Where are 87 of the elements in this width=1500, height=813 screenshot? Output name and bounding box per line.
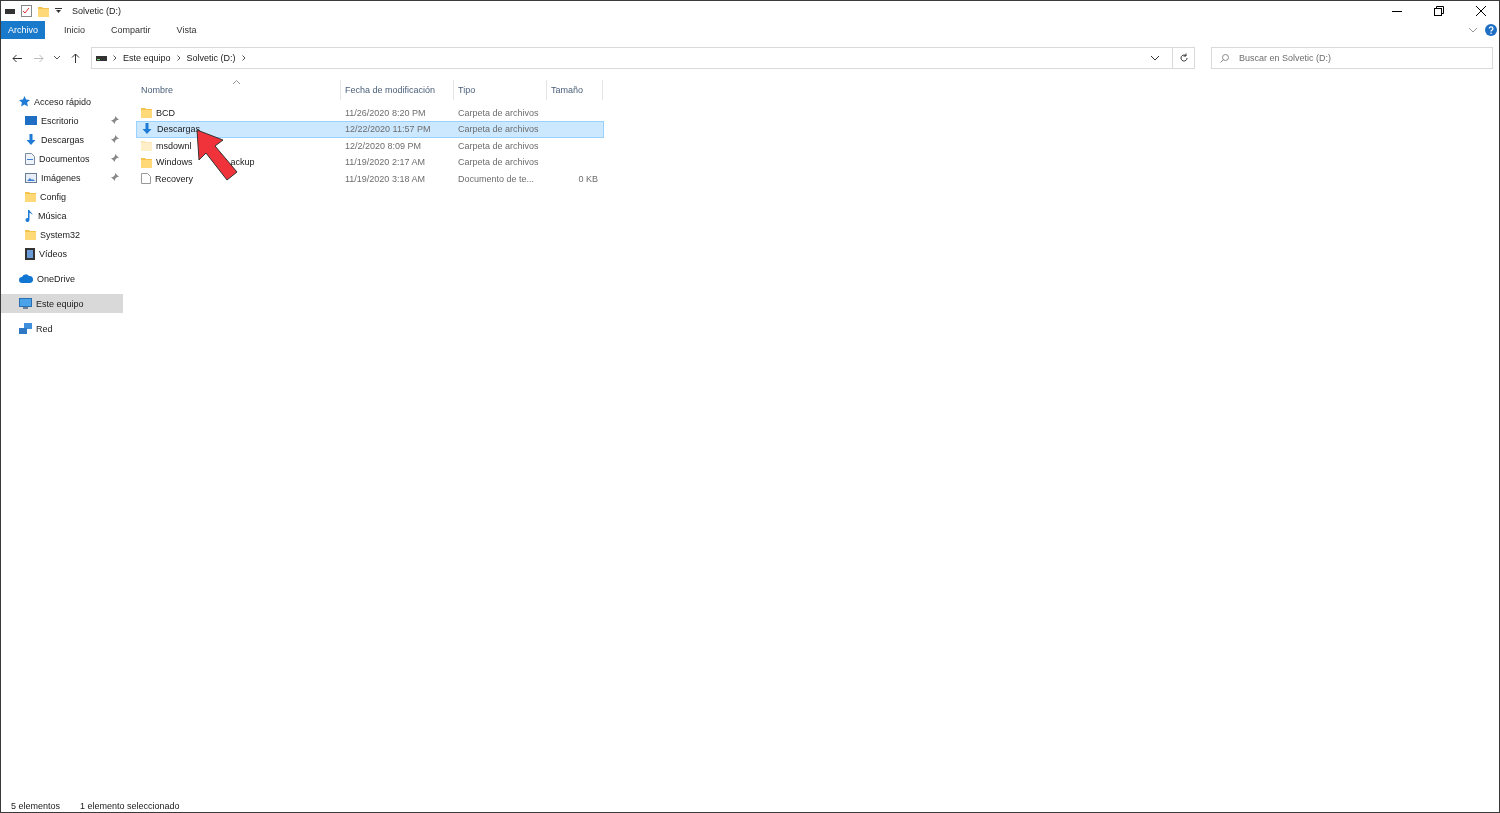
breadcrumb[interactable]: Este equipo [123, 53, 171, 63]
file-row[interactable]: msdownl 12/2/2020 8:09 PM Carpeta de archivos [137, 138, 603, 153]
close-icon [1476, 6, 1486, 16]
document-icon [25, 152, 35, 165]
sidebar-item[interactable]: Vídeos [1, 244, 123, 263]
table-cell: Documento de te... [458, 173, 535, 184]
computer-icon [19, 298, 32, 309]
table-cell: Carpeta de archivos [458, 124, 539, 134]
network-icon [19, 323, 32, 334]
table-cell: 12/22/2020 11:57 PM [345, 124, 431, 134]
drive-icon [5, 8, 15, 14]
sidebar-item[interactable]: Este equipo [1, 294, 123, 313]
ribbon-tab[interactable]: Archivo [1, 21, 45, 39]
sidebar-item[interactable]: Descargas [1, 130, 123, 149]
sidebar-item[interactable]: OneDrive [1, 269, 123, 288]
table-cell: 12/2/2020 8:09 PM [345, 140, 422, 151]
folder-icon [141, 107, 152, 118]
caret-icon [1151, 55, 1159, 61]
chevron-down-icon[interactable] [1469, 27, 1477, 33]
drive-icon [96, 55, 107, 61]
sidebar-item[interactable]: Escritorio [1, 111, 123, 130]
ribbon-tab[interactable]: Compartir [98, 21, 164, 39]
up-arrow-icon [70, 53, 80, 63]
image-icon [25, 172, 37, 183]
back-arrow-icon [12, 53, 22, 63]
table-cell: 11/19/2020 2:17 AM [345, 157, 425, 167]
status-text: 5 elementos [11, 801, 61, 811]
ribbon-tab[interactable]: Inicio [51, 21, 99, 39]
address-bar[interactable]: Este equipo Solvetic (D:) [91, 47, 1195, 69]
breadcrumb[interactable]: Solvetic (D:) [186, 53, 236, 63]
column-header[interactable]: Tipo [454, 80, 547, 100]
column-header[interactable]: Fecha de modificación [341, 80, 454, 100]
table-cell: 0 KB [578, 173, 598, 184]
search-icon [1220, 53, 1229, 63]
chevron-icon [241, 55, 246, 61]
film-icon [25, 247, 35, 260]
chevron-icon [113, 55, 117, 61]
column-header[interactable]: Nombre [137, 80, 341, 100]
dropdown-icon[interactable] [55, 8, 62, 14]
table-cell: Carpeta de archivos [458, 107, 539, 118]
star-icon [19, 96, 30, 107]
sidebar-item[interactable]: Red [1, 319, 123, 338]
file-name: msdownl [156, 140, 192, 151]
search-input[interactable]: Buscar en Solvetic (D:) [1237, 52, 1492, 64]
file-row[interactable]: BCD 11/26/2020 8:20 PM Carpeta de archivos [137, 105, 603, 120]
sidebar-item[interactable]: Imágenes [1, 168, 123, 187]
sidebar-item[interactable]: Documentos [1, 149, 123, 168]
folder-icon [25, 229, 36, 240]
table-cell: Carpeta de archivos [458, 140, 539, 151]
search-field[interactable]: Buscar en Solvetic (D:) [1211, 47, 1493, 69]
cloud-icon [19, 274, 33, 283]
ribbon-tab[interactable]: Vista [163, 21, 210, 39]
file-name: BCD [156, 107, 175, 118]
folder-icon [25, 191, 36, 202]
table-cell: 11/26/2020 8:20 PM [345, 107, 426, 118]
chevron-icon [176, 55, 181, 61]
column-header[interactable]: Tamaño [547, 80, 603, 100]
folder-icon [141, 156, 152, 168]
window-title: Solvetic (D:) [72, 6, 121, 16]
document-icon [141, 173, 151, 184]
status-text: 1 elemento seleccionado [80, 801, 180, 811]
file-row[interactable]: Descargas 12/22/2020 11:57 PM Carpeta de archivos [137, 121, 603, 137]
table-cell: 11/19/2020 3:18 AM [345, 173, 425, 184]
download-icon [141, 123, 153, 135]
file-name: Recovery [155, 173, 193, 184]
refresh-icon [1178, 53, 1189, 63]
file-row[interactable]: Recovery 11/19/2020 3:18 AM Documento de te... 0 KB [137, 171, 603, 186]
desktop-icon [25, 115, 37, 126]
file-name: ackup [230, 157, 255, 167]
folder-icon [38, 5, 49, 17]
file-row[interactable]: Windows ackup 11/19/2020 2:17 AM Carpeta de archivos [137, 154, 603, 170]
caret-icon [54, 56, 60, 60]
properties-icon[interactable] [21, 5, 32, 17]
sidebar-item[interactable]: System32 [1, 225, 123, 244]
file-name: Descargas [157, 124, 201, 134]
file-name: Windows [156, 157, 193, 167]
minimize-icon [1392, 10, 1402, 12]
download-icon [25, 133, 37, 146]
help-icon[interactable] [1485, 24, 1497, 36]
sidebar-item[interactable]: Música [1, 206, 123, 225]
table-cell: Carpeta de archivos [458, 157, 539, 167]
sidebar-item[interactable]: Config [1, 187, 123, 206]
music-note-icon [25, 209, 34, 222]
folder-icon [141, 140, 152, 151]
restore-icon [1434, 6, 1444, 16]
sidebar-item[interactable]: Acceso rápido [1, 92, 123, 111]
forward-arrow-icon [34, 53, 44, 63]
